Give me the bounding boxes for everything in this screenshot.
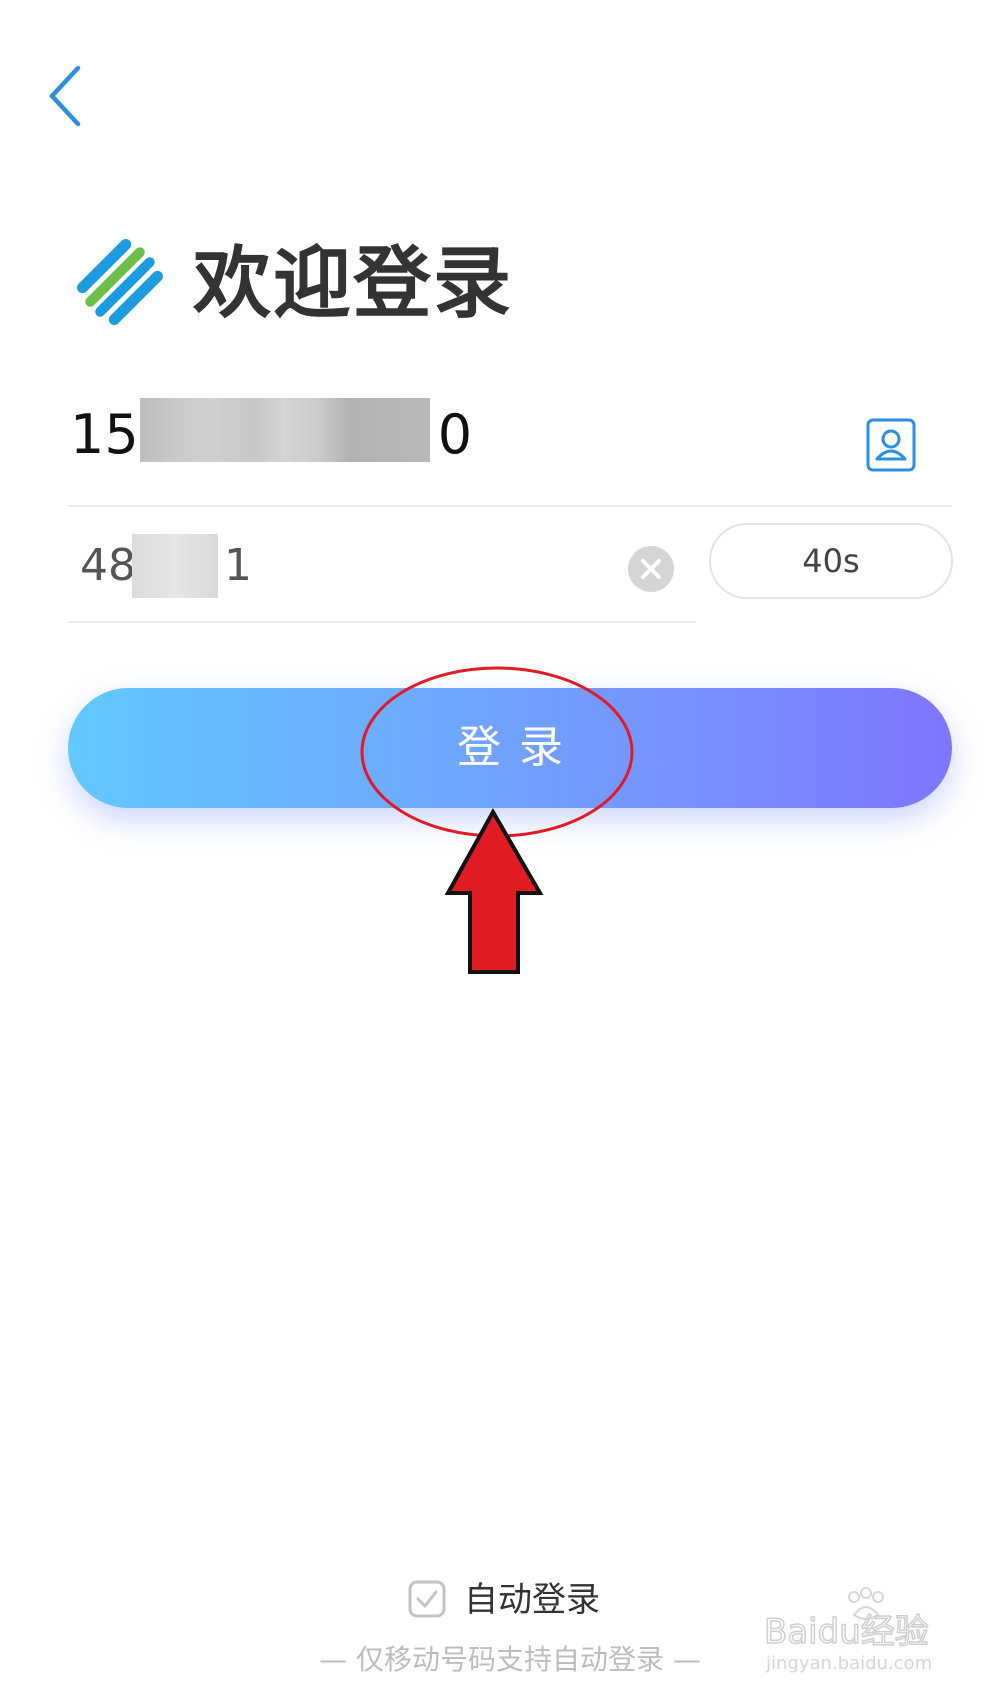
login-button[interactable]: 登录 <box>68 688 952 808</box>
auto-login-hint: — 仅移动号码支持自动登录 — <box>319 1643 701 1676</box>
watermark-text: Baidu经验 <box>764 1612 929 1652</box>
check-icon <box>408 1580 446 1618</box>
chevron-left-icon <box>49 65 81 127</box>
resend-code-countdown-button[interactable]: 40s <box>709 523 953 599</box>
phone-number-field[interactable]: 15 0 <box>68 398 952 507</box>
baidu-watermark: Baidu经验 jingyan.baidu.com <box>762 1585 962 1675</box>
phone-redaction-blur <box>140 398 430 462</box>
phone-suffix: 0 <box>437 403 473 466</box>
verification-code-field[interactable]: 48 1 <box>68 522 696 623</box>
page-title: 欢迎登录 <box>193 239 514 329</box>
code-prefix: 48 <box>80 540 136 591</box>
watermark-subtext: jingyan.baidu.com <box>765 1653 932 1674</box>
code-suffix: 1 <box>224 540 252 591</box>
clear-code-button[interactable] <box>628 546 674 592</box>
contacts-button[interactable] <box>865 417 917 473</box>
auto-login-checkbox[interactable] <box>408 1580 446 1618</box>
china-mobile-logo <box>70 232 170 332</box>
code-redaction-blur <box>132 534 218 598</box>
contacts-icon <box>866 418 916 472</box>
phone-prefix: 15 <box>70 403 139 466</box>
back-button[interactable] <box>40 60 100 130</box>
close-icon <box>641 559 661 579</box>
auto-login-label: 自动登录 <box>464 1580 600 1620</box>
annotation-arrow <box>444 807 544 974</box>
